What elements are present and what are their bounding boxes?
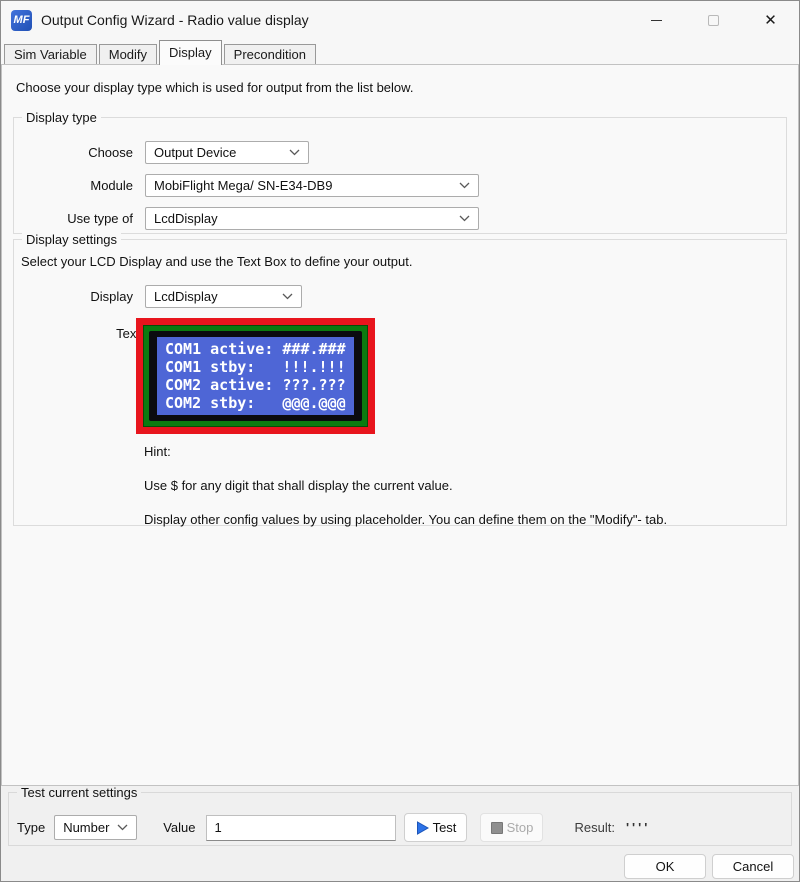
- use-type-dropdown[interactable]: LcdDisplay: [145, 207, 479, 230]
- play-icon: [416, 821, 429, 835]
- stop-button: Stop: [480, 813, 543, 842]
- module-dropdown-value: MobiFlight Mega/ SN-E34-DB9: [154, 178, 453, 193]
- lcd-line: COM2 active: ???.???: [165, 376, 346, 394]
- module-dropdown[interactable]: MobiFlight Mega/ SN-E34-DB9: [145, 174, 479, 197]
- stop-icon: [491, 822, 503, 834]
- display-settings-group-title: Display settings: [22, 232, 121, 247]
- hint-title: Hint:: [144, 444, 786, 459]
- module-row: Module MobiFlight Mega/ SN-E34-DB9: [14, 174, 786, 197]
- choose-dropdown[interactable]: Output Device: [145, 141, 309, 164]
- chevron-down-icon: [459, 182, 470, 189]
- close-icon: ✕: [764, 13, 777, 28]
- chevron-down-icon: [289, 149, 300, 156]
- hint-block: Hint: Use $ for any digit that shall dis…: [144, 444, 786, 527]
- use-type-row: Use type of LcdDisplay: [14, 207, 786, 230]
- lcd-bezel: COM1 active: ###.### COM1 stby: !!!.!!! …: [149, 331, 362, 421]
- use-type-dropdown-value: LcdDisplay: [154, 211, 453, 226]
- display-type-group: Display type Choose Output Device Module…: [13, 117, 787, 234]
- test-settings-group-title: Test current settings: [17, 785, 141, 800]
- lcd-instruction-text: Select your LCD Display and use the Text…: [21, 254, 786, 269]
- intro-text: Choose your display type which is used f…: [16, 80, 798, 95]
- window-controls: ✕: [628, 1, 799, 39]
- mobiflight-logo-icon: MF: [11, 10, 32, 31]
- cancel-button[interactable]: Cancel: [712, 854, 794, 879]
- ok-button[interactable]: OK: [624, 854, 706, 879]
- lcd-display-dropdown-value: LcdDisplay: [154, 289, 276, 304]
- lcd-line: COM2 stby: @@@.@@@: [165, 394, 346, 412]
- lcd-line: COM1 active: ###.###: [165, 340, 346, 358]
- chevron-down-icon: [117, 824, 128, 831]
- output-config-wizard-window: MF Output Config Wizard - Radio value di…: [0, 0, 800, 882]
- stop-button-label: Stop: [507, 820, 534, 835]
- module-label: Module: [15, 178, 133, 193]
- lcd-highlight-frame: COM1 active: ###.### COM1 stby: !!!.!!! …: [136, 318, 375, 434]
- value-input[interactable]: [206, 815, 396, 841]
- test-button[interactable]: Test: [404, 813, 467, 842]
- tab-sim-variable[interactable]: Sim Variable: [4, 44, 97, 64]
- hint-line-1: Use $ for any digit that shall display t…: [144, 478, 786, 493]
- test-button-label: Test: [433, 820, 457, 835]
- choose-dropdown-value: Output Device: [154, 145, 283, 160]
- result-value: '''': [626, 820, 650, 835]
- tab-strip: Sim Variable Modify Display Precondition: [1, 39, 799, 64]
- display-label: Display: [15, 289, 133, 304]
- minimize-icon: [651, 20, 662, 21]
- lcd-display-dropdown[interactable]: LcdDisplay: [145, 285, 302, 308]
- choose-row: Choose Output Device: [14, 141, 786, 164]
- minimize-button[interactable]: [628, 1, 685, 39]
- chevron-down-icon: [459, 215, 470, 222]
- type-dropdown[interactable]: Number: [54, 815, 137, 840]
- type-dropdown-value: Number: [63, 820, 111, 835]
- lcd-screen-preview[interactable]: COM1 active: ###.### COM1 stby: !!!.!!! …: [157, 337, 354, 415]
- lcd-line: COM1 stby: !!!.!!!: [165, 358, 346, 376]
- display-tab-page: Choose your display type which is used f…: [1, 64, 799, 786]
- display-settings-group: Display settings Select your LCD Display…: [13, 239, 787, 526]
- display-row: Display LcdDisplay: [14, 285, 786, 308]
- maximize-button[interactable]: [685, 1, 742, 39]
- maximize-icon: [708, 15, 719, 26]
- window-title: Output Config Wizard - Radio value displ…: [41, 12, 309, 28]
- chevron-down-icon: [282, 293, 293, 300]
- bottom-panel: Test current settings Type Number Value …: [1, 786, 799, 882]
- tab-display[interactable]: Display: [159, 40, 222, 65]
- display-type-group-title: Display type: [22, 110, 101, 125]
- lcd-pcb-frame: COM1 active: ###.### COM1 stby: !!!.!!! …: [143, 325, 368, 427]
- type-label: Type: [17, 820, 45, 835]
- result-label: Result:: [574, 820, 614, 835]
- tab-modify[interactable]: Modify: [99, 44, 157, 64]
- text-row: Text COM1 active: ###.### COM1 stby: !!!…: [14, 318, 786, 434]
- choose-label: Choose: [15, 145, 133, 160]
- titlebar: MF Output Config Wizard - Radio value di…: [1, 1, 799, 39]
- use-type-label: Use type of: [15, 211, 133, 226]
- close-button[interactable]: ✕: [742, 1, 799, 39]
- hint-line-2: Display other config values by using pla…: [144, 512, 786, 527]
- tab-precondition[interactable]: Precondition: [224, 44, 316, 64]
- text-label: Text: [14, 318, 140, 341]
- dialog-footer: OK Cancel: [1, 854, 799, 879]
- value-label: Value: [163, 820, 195, 835]
- test-settings-group: Test current settings Type Number Value …: [8, 792, 792, 846]
